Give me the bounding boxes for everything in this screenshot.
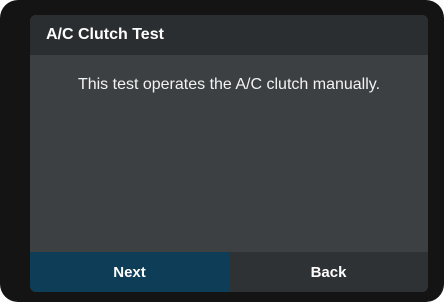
next-button[interactable]: Next — [30, 252, 229, 292]
dialog-screen: A/C Clutch Test This test operates the A… — [30, 15, 428, 292]
dialog-title: A/C Clutch Test — [46, 26, 164, 43]
dialog-button-row: Next Back — [30, 252, 428, 292]
back-button[interactable]: Back — [229, 252, 428, 292]
back-button-label: Back — [310, 263, 347, 281]
next-button-label: Next — [113, 263, 146, 281]
dialog-title-bar: A/C Clutch Test — [30, 15, 428, 55]
device-bezel: A/C Clutch Test This test operates the A… — [0, 0, 444, 302]
dialog-message: This test operates the A/C clutch manual… — [77, 76, 381, 93]
